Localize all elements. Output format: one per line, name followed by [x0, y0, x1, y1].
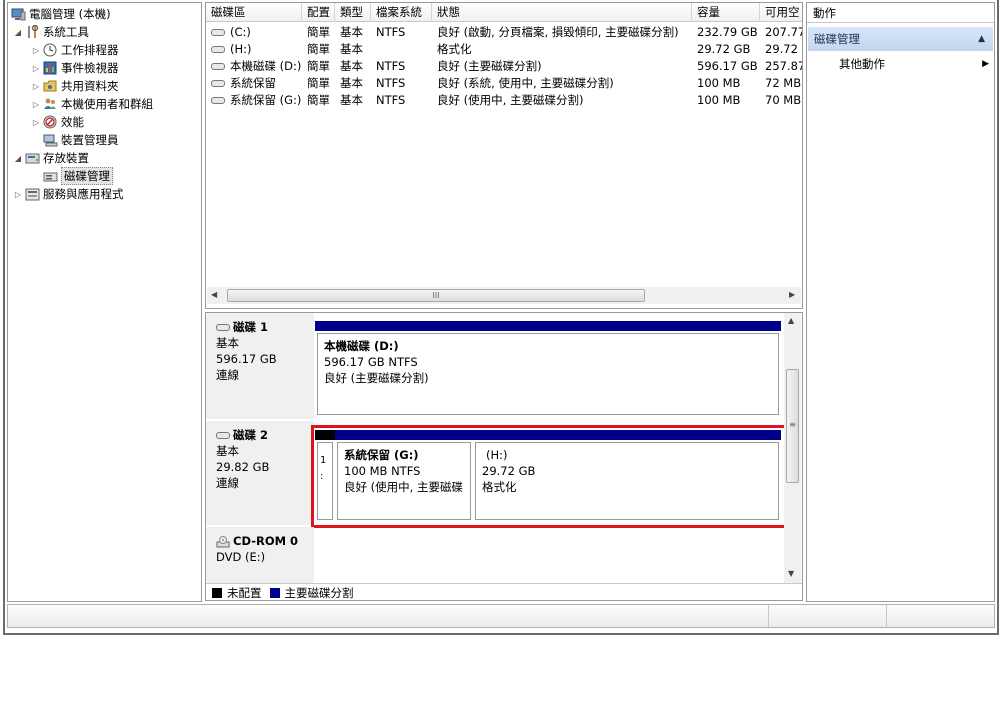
tree-item-computer-management[interactable]: 電腦管理 (本機): [10, 5, 111, 23]
storage-icon: [24, 151, 40, 165]
partition-legend: 未配置 主要磁碟分割: [206, 583, 802, 600]
tree-item-task-scheduler[interactable]: ▷ 工作排程器: [30, 41, 119, 59]
table-row[interactable]: (C:) 簡單 基本 NTFS 良好 (啟動, 分頁檔案, 損毀傾印, 主要磁碟…: [206, 24, 802, 41]
actions-pane: 動作 磁碟管理 ▲ 其他動作 ▶: [806, 2, 995, 602]
selection-highlight-box: [311, 425, 788, 528]
tree-item-label: 工作排程器: [61, 43, 119, 57]
tree-item-label: 系統工具: [43, 25, 89, 39]
tree-item-performance[interactable]: ▷ 效能: [30, 113, 84, 131]
disk-graphical-view: 磁碟 1 基本 596.17 GB 連線 本機磁碟 (D:) 596.17 GB…: [205, 312, 803, 601]
column-header-file-system[interactable]: 檔案系統: [371, 3, 432, 22]
table-row[interactable]: (H:) 簡單 基本 格式化 29.72 GB 29.72: [206, 41, 802, 58]
tree-item-label: 磁碟管理: [61, 167, 113, 185]
disk-icon: [216, 431, 230, 439]
table-row[interactable]: 本機磁碟 (D:) 簡單 基本 NTFS 良好 (主要磁碟分割) 596.17 …: [206, 58, 802, 75]
clock-icon: [42, 43, 58, 57]
disk-2-label[interactable]: 磁碟 2 基本 29.82 GB 連線: [206, 421, 314, 525]
collapsed-arrow-icon[interactable]: ▷: [12, 190, 24, 199]
horizontal-scrollbar[interactable]: ◀ III ▶: [207, 287, 801, 304]
tree-item-shared-folders[interactable]: ▷ 共用資料夾: [30, 77, 119, 95]
partition-d-body: 本機磁碟 (D:) 596.17 GB NTFS 良好 (主要磁碟分割): [317, 333, 779, 415]
tree-item-device-manager[interactable]: 裝置管理員: [42, 131, 119, 149]
vertical-scroll-thumb[interactable]: ≡: [786, 369, 799, 483]
tree-item-label: 共用資料夾: [61, 79, 119, 93]
tree-item-storage[interactable]: ◢ 存放裝置: [12, 149, 89, 167]
disk-icon: [216, 323, 230, 331]
tree-item-services-applications[interactable]: ▷ 服務與應用程式: [12, 185, 124, 203]
volume-list: 磁碟區 配置 類型 檔案系統 狀態 容量 可用空 (C:) 簡單 基本 NTFS…: [205, 2, 803, 309]
volume-list-header: 磁碟區 配置 類型 檔案系統 狀態 容量 可用空: [206, 3, 802, 22]
cdrom-label[interactable]: CD-ROM 0 DVD (E:): [206, 527, 314, 583]
actions-section-disk-management[interactable]: 磁碟管理 ▲: [808, 27, 993, 51]
tree-item-label: 效能: [61, 115, 84, 129]
status-bar-segment: [768, 605, 886, 627]
collapsed-arrow-icon[interactable]: ▷: [30, 64, 42, 73]
column-header-status[interactable]: 狀態: [432, 3, 692, 22]
shared-folder-icon: [42, 79, 58, 93]
scroll-down-icon[interactable]: ▼: [788, 569, 794, 578]
collapsed-arrow-icon[interactable]: ▷: [30, 100, 42, 109]
table-row[interactable]: 系統保留 簡單 基本 NTFS 良好 (系統, 使用中, 主要磁碟分割) 100…: [206, 75, 802, 92]
computer-management-window: 電腦管理 (本機) ◢ 系統工具 ▷ 工作排程器 ▷ 事件檢視器 ▷ 共用資料夾…: [3, 0, 999, 635]
tree-item-local-users-groups[interactable]: ▷ 本機使用者和群組: [30, 95, 153, 113]
primary-partition-bar: [315, 321, 781, 331]
services-icon: [24, 187, 40, 201]
collapsed-arrow-icon[interactable]: ▷: [30, 82, 42, 91]
drive-icon: [211, 46, 225, 53]
scroll-right-icon[interactable]: ▶: [789, 290, 795, 299]
performance-icon: [42, 115, 58, 129]
table-row[interactable]: 系統保留 (G:) 簡單 基本 NTFS 良好 (使用中, 主要磁碟分割) 10…: [206, 92, 802, 109]
tree-item-disk-management[interactable]: 磁碟管理: [42, 167, 113, 185]
primary-partition-swatch: [269, 587, 280, 598]
scroll-up-icon[interactable]: ▲: [788, 316, 794, 325]
tree-item-label: 存放裝置: [43, 151, 89, 165]
column-header-layout[interactable]: 配置: [302, 3, 335, 22]
horizontal-scroll-thumb[interactable]: III: [227, 289, 645, 302]
drive-icon: [211, 29, 225, 36]
drive-icon: [211, 63, 225, 70]
event-viewer-icon: [42, 61, 58, 75]
tree-item-label: 裝置管理員: [61, 133, 119, 147]
unallocated-swatch: [212, 587, 222, 598]
column-header-capacity[interactable]: 容量: [692, 3, 760, 22]
column-header-volume[interactable]: 磁碟區: [206, 3, 302, 22]
computer-icon: [10, 7, 26, 21]
collapsed-arrow-icon[interactable]: ▷: [30, 118, 42, 127]
vertical-scrollbar[interactable]: ▲ ≡ ▼: [784, 313, 801, 583]
tree-item-label: 事件檢視器: [61, 61, 119, 75]
drive-icon: [211, 97, 225, 104]
tree-item-label: 電腦管理 (本機): [29, 7, 111, 21]
cdrom-icon: [216, 536, 230, 548]
tree-item-system-tools[interactable]: ◢ 系統工具: [12, 23, 89, 41]
partition-d[interactable]: 本機磁碟 (D:) 596.17 GB NTFS 良好 (主要磁碟分割): [315, 321, 781, 417]
disk-management-icon: [42, 169, 58, 183]
users-icon: [42, 97, 58, 111]
device-manager-icon: [42, 133, 58, 147]
actions-header: 動作: [807, 3, 994, 23]
tree-item-label: 服務與應用程式: [43, 187, 124, 201]
status-bar: [7, 604, 995, 628]
disk-1-label[interactable]: 磁碟 1 基本 596.17 GB 連線: [206, 313, 314, 419]
collapse-up-icon[interactable]: ▲: [978, 27, 985, 51]
status-bar-segment: [886, 605, 994, 627]
action-more-actions[interactable]: 其他動作 ▶: [839, 55, 991, 73]
tools-icon: [24, 25, 40, 39]
column-header-type[interactable]: 類型: [335, 3, 371, 22]
expanded-arrow-icon[interactable]: ◢: [12, 154, 24, 163]
submenu-arrow-icon: ▶: [982, 59, 989, 69]
tree-item-event-viewer[interactable]: ▷ 事件檢視器: [30, 59, 119, 77]
drive-icon: [211, 80, 225, 87]
collapsed-arrow-icon[interactable]: ▷: [30, 46, 42, 55]
tree-item-label: 本機使用者和群組: [61, 97, 153, 111]
column-header-free-space[interactable]: 可用空: [760, 3, 802, 22]
scroll-left-icon[interactable]: ◀: [211, 290, 217, 299]
expanded-arrow-icon[interactable]: ◢: [12, 28, 24, 37]
navigation-tree: 電腦管理 (本機) ◢ 系統工具 ▷ 工作排程器 ▷ 事件檢視器 ▷ 共用資料夾…: [7, 2, 202, 602]
